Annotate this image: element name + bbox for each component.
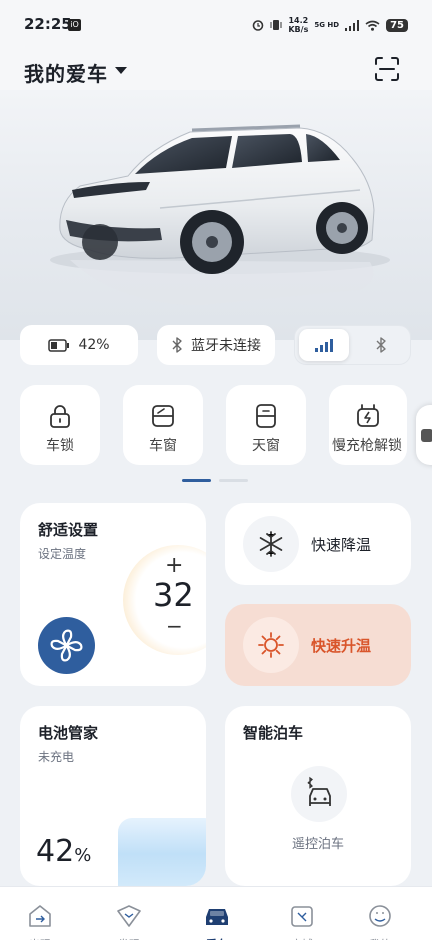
- scan-icon[interactable]: [374, 56, 400, 82]
- bluetooth-icon: [172, 337, 182, 353]
- car-icon: [206, 909, 228, 925]
- control-lock[interactable]: 车锁: [20, 385, 100, 465]
- status-time: 22:25: [24, 15, 72, 33]
- status-icons: 14.2 KB/s 5G HD 75: [252, 16, 408, 34]
- window-icon: [152, 405, 174, 427]
- bluetooth-mode-button[interactable]: [357, 329, 407, 361]
- fan-button[interactable]: [38, 617, 95, 674]
- bluetooth-status-chip[interactable]: 蓝牙未连接: [157, 325, 275, 365]
- tab-mine[interactable]: 我的: [355, 901, 405, 940]
- control-pager: [182, 479, 248, 482]
- battery-status-chip: 42%: [20, 325, 138, 365]
- caret-down-icon[interactable]: [115, 67, 127, 74]
- connection-mode-toggle[interactable]: [294, 325, 411, 365]
- smart-parking-card[interactable]: 智能泊车 遥控泊车: [225, 706, 411, 886]
- comfort-settings-card[interactable]: 舒适设置 设定温度 + 32 −: [20, 503, 206, 686]
- assistant-icon: [421, 429, 432, 442]
- smart-parking-title: 智能泊车: [243, 724, 304, 742]
- pager-dot[interactable]: [219, 479, 248, 482]
- wifi-icon: [365, 20, 380, 31]
- charging-status: 未充电: [38, 750, 75, 764]
- control-label: 车窗: [149, 438, 177, 454]
- battery-percent-value: 42: [36, 834, 75, 869]
- tab-car[interactable]: 爱车: [192, 901, 242, 940]
- sun-icon: [258, 632, 284, 658]
- tab-discover[interactable]: 发现: [104, 901, 154, 940]
- remote-parking-button[interactable]: [291, 766, 347, 822]
- quick-cool-label: 快速降温: [311, 536, 372, 554]
- tab-label: 出现: [15, 936, 65, 940]
- tab-label: 商城: [277, 936, 327, 940]
- battery-level-visual: [118, 818, 206, 886]
- comfort-subtitle: 设定温度: [38, 547, 87, 561]
- quick-cool-card[interactable]: 快速降温: [225, 503, 411, 585]
- header: 我的爱车: [0, 52, 432, 92]
- discover-icon: [117, 905, 141, 927]
- battery-manager-percent: 42%: [36, 834, 91, 869]
- signal-icon: [314, 339, 333, 352]
- bluetooth-status-text: 蓝牙未连接: [191, 338, 261, 354]
- speed-value: 14.2: [288, 16, 309, 25]
- battery-percent: 42%: [78, 337, 110, 353]
- quick-heat-label: 快速升温: [311, 637, 372, 655]
- battery-manager-title: 电池管家: [38, 724, 99, 742]
- tab-label: 爱车: [192, 936, 242, 940]
- tab-store[interactable]: 商城: [277, 901, 327, 940]
- cell-signal-icon: [345, 19, 360, 31]
- status-bar: 22:25 iO 14.2 KB/s 5G HD 75: [0, 0, 432, 52]
- signal-mode-button[interactable]: [299, 329, 349, 361]
- pager-dot-active[interactable]: [182, 479, 211, 482]
- control-sunroof[interactable]: 天窗: [226, 385, 306, 465]
- battery-manager-card[interactable]: 电池管家 未充电 42%: [20, 706, 206, 886]
- charger-unlock-icon: [357, 404, 379, 427]
- tab-home[interactable]: 出现: [15, 901, 65, 940]
- bluetooth-icon: [376, 337, 386, 353]
- control-label: 慢充枪解锁: [332, 438, 402, 454]
- tab-label: 我的: [355, 936, 405, 940]
- fan-icon: [50, 629, 83, 662]
- remote-parking-label: 遥控泊车: [291, 837, 344, 852]
- vibrate-icon: [270, 20, 282, 30]
- alarm-icon: [253, 20, 264, 31]
- battery-percent-unit: %: [74, 845, 92, 866]
- page-title[interactable]: 我的爱车: [24, 58, 108, 87]
- network-type: 5G HD: [314, 21, 340, 29]
- car-illustration: [50, 124, 390, 305]
- side-float-button[interactable]: [416, 405, 432, 465]
- battery-indicator: 75: [386, 18, 408, 32]
- quick-heat-icon-circle: [243, 617, 299, 673]
- quick-cool-icon-circle: [243, 516, 299, 572]
- control-window[interactable]: 车窗: [123, 385, 203, 465]
- temperature-decrease-button[interactable]: −: [166, 614, 183, 638]
- bottom-tab-bar: 出现 发现 爱车 商城 我的: [0, 886, 432, 940]
- home-icon: [29, 905, 51, 927]
- profile-icon: [369, 905, 391, 927]
- control-label: 天窗: [252, 438, 280, 454]
- control-label: 车锁: [46, 438, 74, 454]
- speed-unit: KB/s: [288, 25, 309, 34]
- lock-icon: [50, 405, 70, 428]
- sunroof-icon: [256, 404, 276, 428]
- app-notification-icon: iO: [68, 19, 81, 31]
- control-charger-unlock[interactable]: 慢充枪解锁: [329, 385, 407, 465]
- network-speed: 14.2 KB/s: [288, 16, 308, 34]
- quick-heat-card[interactable]: 快速升温: [225, 604, 411, 686]
- comfort-title: 舒适设置: [38, 521, 99, 539]
- snowflake-icon: [259, 531, 283, 557]
- temperature-increase-button[interactable]: +: [165, 553, 183, 578]
- car-hero-image: [0, 90, 432, 340]
- battery-icon: [48, 338, 70, 352]
- tab-label: 发现: [104, 936, 154, 940]
- store-icon: [291, 906, 313, 927]
- remote-parking-icon: [307, 776, 331, 806]
- temperature-value: 32: [153, 576, 194, 614]
